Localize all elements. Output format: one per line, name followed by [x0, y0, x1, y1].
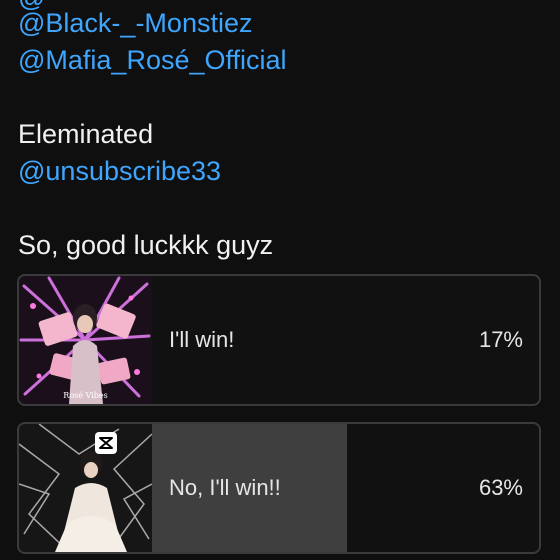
capcut-logo-icon	[95, 432, 117, 454]
eliminated-heading: Eleminated	[18, 119, 154, 149]
mention-link-black-monstiez[interactable]: @Black-_-Monstiez	[18, 6, 252, 40]
dancer-photo-image	[19, 424, 152, 552]
pink-butterfly-burst-image	[19, 276, 152, 404]
poll-option-2-label: No, I'll win!!	[169, 475, 281, 500]
thumbnail-caption: Rosé Vibes	[63, 391, 108, 400]
mention-link-mafia-rose[interactable]: @Mafia_Rosé_Official	[18, 43, 287, 77]
poll-option-2-percent: 63%	[478, 475, 523, 500]
poll-option-2-thumbnail	[19, 424, 152, 552]
poll-option-1-percent: 17%	[478, 327, 523, 352]
mention-link-unsubscribe33[interactable]: @unsubscribe33	[18, 154, 221, 188]
poll-option-2[interactable]: No, I'll win!! 63%	[17, 422, 541, 554]
poll-option-1-label: I'll win!	[169, 327, 235, 352]
poll-question: So, good luckkk guyz	[18, 230, 274, 260]
poll-option-1[interactable]: Rosé Vibes I'll win! 17%	[17, 274, 541, 406]
poll-option-1-thumbnail: Rosé Vibes	[19, 276, 152, 404]
